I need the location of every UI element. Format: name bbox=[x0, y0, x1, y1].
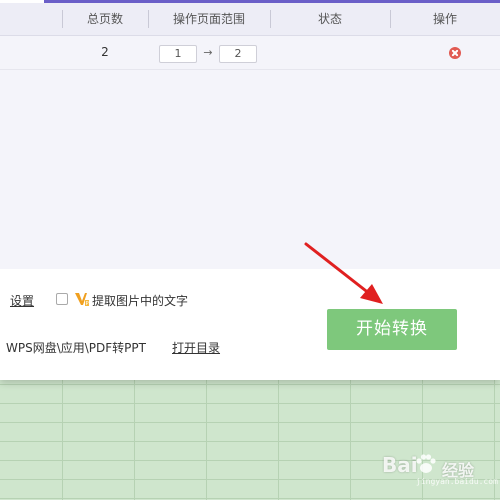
table-header: 总页数 操作页面范围 状态 操作 bbox=[0, 3, 500, 36]
header-total-pages: 总页数 bbox=[86, 12, 123, 26]
open-directory-link[interactable]: 打开目录 bbox=[172, 339, 220, 356]
table-row: 2 1 → 2 bbox=[0, 36, 500, 70]
svg-text:P: P bbox=[86, 301, 89, 307]
file-list-area: 总页数 操作页面范围 状态 操作 2 1 → 2 bbox=[0, 3, 500, 269]
total-pages-cell: 2 bbox=[101, 45, 109, 59]
range-to-input[interactable]: 2 bbox=[219, 45, 257, 63]
dialog-footer: 设置 P 提取图片中的文字 WPS网盘\应用\PDF转PPT 打开目录 开始转换 bbox=[0, 269, 500, 380]
header-status: 状态 bbox=[317, 12, 342, 26]
header-action: 操作 bbox=[432, 12, 457, 26]
extract-text-label: 提取图片中的文字 bbox=[92, 294, 189, 308]
pdf-to-ppt-dialog: 总页数 操作页面范围 状态 操作 2 1 → 2 设置 P 提取图片中的文字 W… bbox=[0, 0, 500, 380]
start-conversion-button[interactable]: 开始转换 bbox=[327, 309, 457, 350]
range-arrow-icon: → bbox=[203, 46, 213, 59]
header-page-range: 操作页面范围 bbox=[172, 12, 245, 26]
output-path: WPS网盘\应用\PDF转PPT bbox=[6, 341, 146, 355]
range-from-input[interactable]: 1 bbox=[159, 45, 197, 63]
close-circle-icon[interactable] bbox=[449, 47, 461, 59]
paw-logo-icon bbox=[416, 454, 436, 473]
settings-link[interactable]: 设置 bbox=[10, 292, 34, 309]
checkbox-icon[interactable] bbox=[56, 293, 68, 305]
vip-badge-icon: P bbox=[75, 293, 89, 307]
baidu-jingyan-watermark: Bai 经验 jingyan.baidu.com bbox=[382, 447, 498, 487]
watermark-url: jingyan.baidu.com bbox=[416, 477, 498, 486]
